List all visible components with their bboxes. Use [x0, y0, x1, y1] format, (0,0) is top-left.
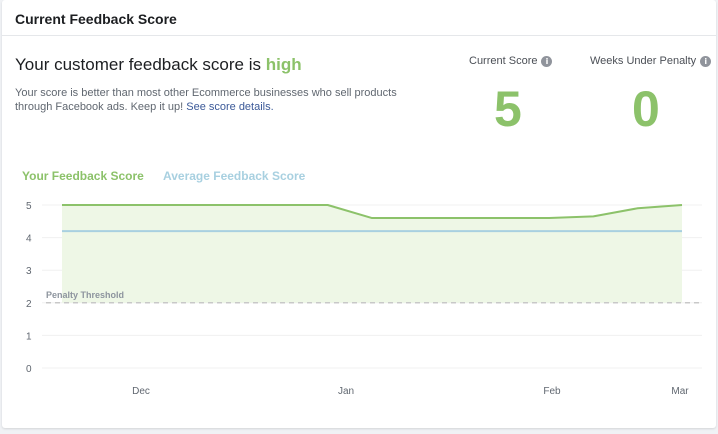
x-tick-label: Mar [671, 386, 689, 397]
weeks-under-penalty-value: 0 [632, 81, 660, 137]
current-score-label: Current Score i [469, 55, 553, 67]
y-tick-label: 3 [26, 266, 32, 277]
info-icon[interactable]: i [541, 56, 553, 67]
x-tick-label: Dec [132, 386, 150, 397]
see-score-details-link[interactable]: See score details. [186, 101, 273, 113]
current-score-value: 5 [494, 81, 522, 137]
y-tick-label: 5 [26, 201, 32, 212]
info-icon[interactable]: i [700, 56, 712, 67]
x-tick-label: Feb [543, 386, 561, 397]
y-tick-label: 2 [26, 299, 32, 310]
score-level: high [265, 55, 302, 74]
legend-average-score[interactable]: Average Feedback Score [163, 169, 305, 183]
weeks-under-penalty-label: Weeks Under Penalty i [590, 55, 712, 67]
current-score-label-text: Current Score [469, 55, 538, 67]
y-tick-label: 0 [26, 364, 32, 375]
score-description: Your score is better than most other Eco… [15, 86, 415, 114]
score-headline: Your customer feedback score is high [15, 55, 302, 75]
feedback-score-chart: 0 1 2 3 4 5 Penalty Threshold Dec Jan Feb Mar [26, 201, 702, 397]
y-tick-label: 4 [26, 234, 32, 245]
legend-your-score[interactable]: Your Feedback Score [22, 169, 144, 183]
x-tick-label: Jan [338, 386, 354, 397]
headline-text: Your customer feedback score is [15, 55, 266, 74]
card-title: Current Feedback Score [15, 11, 177, 27]
feedback-score-card: Current Feedback Score Your customer fee… [2, 0, 716, 428]
weeks-under-penalty-label-text: Weeks Under Penalty [590, 55, 697, 67]
score-area-fill [62, 205, 682, 303]
card-header: Current Feedback Score [2, 0, 716, 36]
y-tick-label: 1 [26, 331, 32, 342]
penalty-threshold-label: Penalty Threshold [46, 290, 124, 300]
